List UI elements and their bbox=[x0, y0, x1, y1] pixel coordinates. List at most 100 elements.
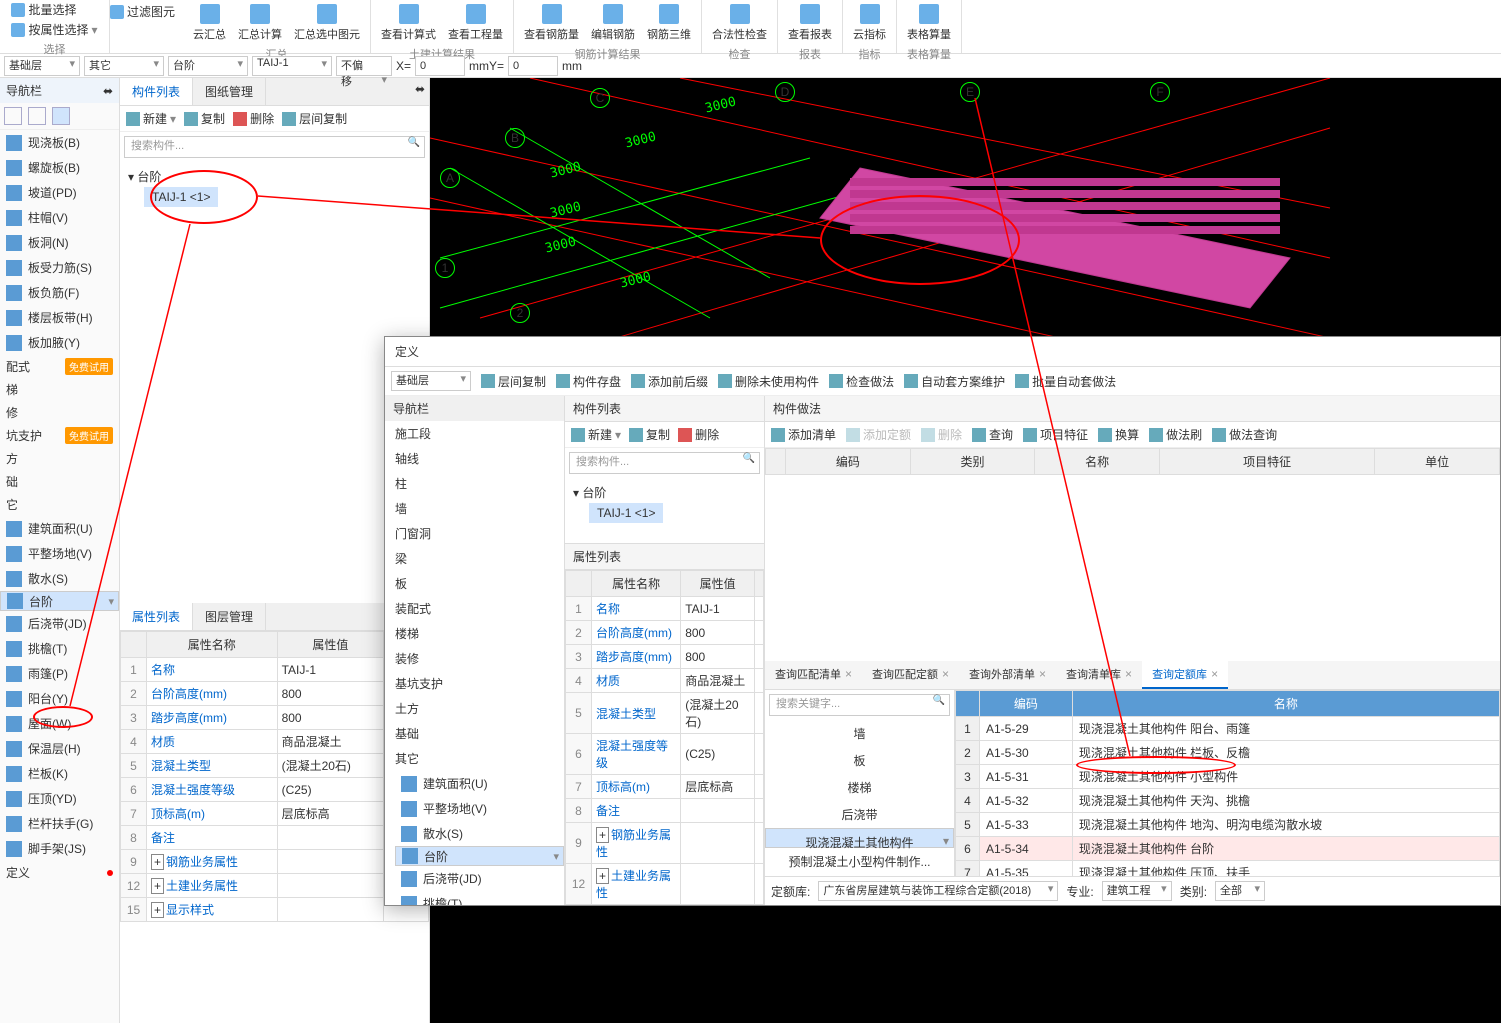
dlg-nav-轴线[interactable]: 轴线 bbox=[385, 446, 564, 471]
prop-row[interactable]: 12+土建业务属性 bbox=[566, 864, 764, 905]
nav-item-散水(S)[interactable]: 散水(S) bbox=[0, 566, 119, 591]
dlg-tool-层间复制[interactable]: 层间复制 bbox=[481, 373, 546, 390]
qtab-2[interactable]: 查询外部清单× bbox=[959, 661, 1056, 689]
dlg-nav-基坑支护[interactable]: 基坑支护 bbox=[385, 671, 564, 696]
dlg-tool-删除未使用构件[interactable]: 删除未使用构件 bbox=[718, 373, 819, 390]
nav-item-栏杆扶手(G)[interactable]: 栏杆扶手(G) bbox=[0, 811, 119, 836]
dlg-tool-添加前后缀[interactable]: 添加前后缀 bbox=[631, 373, 708, 390]
prop-row[interactable]: 3踏步高度(mm)800 bbox=[566, 645, 764, 669]
close-icon[interactable]: × bbox=[845, 667, 852, 681]
new-button[interactable]: 新建▾ bbox=[126, 110, 176, 127]
nav-item-板受力筋(S)[interactable]: 板受力筋(S) bbox=[0, 255, 119, 280]
ribbon-合法性检查[interactable]: 合法性检查 bbox=[710, 2, 769, 44]
nav-cat[interactable]: 它 bbox=[0, 493, 119, 516]
prop-row[interactable]: 2台阶高度(mm)800 bbox=[121, 682, 429, 706]
dlg-tree-root[interactable]: ▾ 台阶 bbox=[573, 482, 756, 503]
ribbon-编辑钢筋[interactable]: 编辑钢筋 bbox=[589, 2, 637, 44]
prop-row[interactable]: 2台阶高度(mm)800 bbox=[566, 621, 764, 645]
collapse-icon[interactable]: ⬌ bbox=[103, 84, 113, 98]
dlg-subnav-平整场地(V)[interactable]: 平整场地(V) bbox=[395, 796, 564, 821]
nav-item-阳台(Y)[interactable]: 阳台(Y) bbox=[0, 686, 119, 711]
nav-item-挑檐(T)[interactable]: 挑檐(T) bbox=[0, 636, 119, 661]
panel-collapse-icon[interactable]: ⬌ bbox=[411, 78, 429, 105]
prop-row[interactable]: 7顶标高(m)层底标高 bbox=[121, 802, 429, 826]
lib-select[interactable]: 广东省房屋建筑与装饰工程综合定额(2018) bbox=[818, 881, 1058, 901]
dlg-nav-装配式[interactable]: 装配式 bbox=[385, 596, 564, 621]
nav-item-板加腋(Y)[interactable]: 板加腋(Y) bbox=[0, 330, 119, 355]
type-select[interactable]: 全部 bbox=[1215, 881, 1265, 901]
dlg-floor-select[interactable]: 基础层 bbox=[391, 371, 471, 391]
dlg-subnav-台阶[interactable]: 台阶 bbox=[395, 846, 564, 866]
query-search[interactable]: 搜索关键字... bbox=[769, 694, 950, 716]
dlg-nav-柱[interactable]: 柱 bbox=[385, 471, 564, 496]
quota-row[interactable]: 4A1-5-32现浇混凝土其他构件 天沟、挑檐 bbox=[956, 789, 1500, 813]
qtab-1[interactable]: 查询匹配定额× bbox=[862, 661, 959, 689]
layercopy-button[interactable]: 层间复制 bbox=[282, 110, 347, 127]
close-icon[interactable]: × bbox=[942, 667, 949, 681]
dlg-tool-检查做法[interactable]: 检查做法 bbox=[829, 373, 894, 390]
dlg-nav-其它[interactable]: 其它 bbox=[385, 746, 564, 771]
dlg-nav-土方[interactable]: 土方 bbox=[385, 696, 564, 721]
ribbon-汇总选中图元[interactable]: 汇总选中图元 bbox=[292, 2, 362, 44]
nav-cat[interactable]: 配式免费试用 bbox=[0, 355, 119, 378]
nav-cat[interactable]: 础 bbox=[0, 470, 119, 493]
nav-item-保温层(H)[interactable]: 保温层(H) bbox=[0, 736, 119, 761]
prop-row[interactable]: 6混凝土强度等级(C25) bbox=[566, 734, 764, 775]
nav-item-坡道(PD)[interactable]: 坡道(PD) bbox=[0, 180, 119, 205]
nav-item-屋面(W)[interactable]: 屋面(W) bbox=[0, 711, 119, 736]
qcat-1[interactable]: 板 bbox=[765, 747, 954, 774]
qcat-3[interactable]: 后浇带 bbox=[765, 801, 954, 828]
tab-layermgr[interactable]: 图层管理 bbox=[193, 603, 266, 630]
meth-tool-换算[interactable]: 换算 bbox=[1098, 426, 1139, 443]
instance-select[interactable]: TAIJ-1 bbox=[252, 56, 332, 76]
ribbon-查看钢筋量[interactable]: 查看钢筋量 bbox=[522, 2, 581, 44]
ribbon-查看报表[interactable]: 查看报表 bbox=[786, 2, 834, 44]
qtab-4[interactable]: 查询定额库× bbox=[1142, 661, 1228, 689]
y-input[interactable] bbox=[508, 56, 558, 76]
category-select[interactable]: 其它 bbox=[84, 56, 164, 76]
dlg-tree-item[interactable]: TAIJ-1 <1> bbox=[589, 503, 663, 523]
dlg-nav-施工段[interactable]: 施工段 bbox=[385, 421, 564, 446]
nav-cat[interactable]: 方 bbox=[0, 447, 119, 470]
dlg-nav-基础[interactable]: 基础 bbox=[385, 721, 564, 746]
ribbon-查看计算式[interactable]: 查看计算式 bbox=[379, 2, 438, 44]
dlg-nav-墙[interactable]: 墙 bbox=[385, 496, 564, 521]
nav-item-雨篷(P)[interactable]: 雨篷(P) bbox=[0, 661, 119, 686]
nav-item-螺旋板(B)[interactable]: 螺旋板(B) bbox=[0, 155, 119, 180]
nav-item-现浇板(B)[interactable]: 现浇板(B) bbox=[0, 130, 119, 155]
nav-item-平整场地(V)[interactable]: 平整场地(V) bbox=[0, 541, 119, 566]
dlg-subnav-后浇带(JD)[interactable]: 后浇带(JD) bbox=[395, 866, 564, 891]
quota-row[interactable]: 2A1-5-30现浇混凝土其他构件 栏板、反檐 bbox=[956, 741, 1500, 765]
dlg-nav-楼梯[interactable]: 楼梯 bbox=[385, 621, 564, 646]
meth-tool-项目特征[interactable]: 项目特征 bbox=[1023, 426, 1088, 443]
tab-drawings[interactable]: 图纸管理 bbox=[193, 78, 266, 105]
x-input[interactable] bbox=[415, 56, 465, 76]
qcat-0[interactable]: 墙 bbox=[765, 720, 954, 747]
tab-proplist[interactable]: 属性列表 bbox=[120, 603, 193, 630]
dlg-tool-批量自动套做法[interactable]: 批量自动套做法 bbox=[1015, 373, 1116, 390]
filter-button[interactable]: 过滤图元 bbox=[110, 3, 175, 20]
qcat-4[interactable]: 现浇混凝土其他构件 bbox=[765, 828, 954, 848]
component-select[interactable]: 台阶 bbox=[168, 56, 248, 76]
dlg-nav-装修[interactable]: 装修 bbox=[385, 646, 564, 671]
nav-item-柱帽(V)[interactable]: 柱帽(V) bbox=[0, 205, 119, 230]
nav-item-板负筋(F)[interactable]: 板负筋(F) bbox=[0, 280, 119, 305]
meth-tool-添加清单[interactable]: 添加清单 bbox=[771, 426, 836, 443]
prop-row[interactable]: 4材质商品混凝土 bbox=[121, 730, 429, 754]
dlg-nav-板[interactable]: 板 bbox=[385, 571, 564, 596]
quota-row[interactable]: 3A1-5-31现浇混凝土其他构件 小型构件 bbox=[956, 765, 1500, 789]
tab-complist[interactable]: 构件列表 bbox=[120, 78, 193, 105]
prop-row[interactable]: 15+显示样式 bbox=[121, 898, 429, 922]
prop-row[interactable]: 8备注 bbox=[566, 799, 764, 823]
prop-row[interactable]: 5混凝土类型(混凝土20石) bbox=[566, 693, 764, 734]
meth-tool-做法刷[interactable]: 做法刷 bbox=[1149, 426, 1202, 443]
ribbon-查看工程量[interactable]: 查看工程量 bbox=[446, 2, 505, 44]
offset-select[interactable]: 不偏移 bbox=[336, 56, 392, 76]
qcat-5[interactable]: 预制混凝土小型构件制作... bbox=[765, 848, 954, 875]
copy-button[interactable]: 复制 bbox=[184, 110, 225, 127]
nav-tool-1[interactable] bbox=[4, 107, 22, 125]
ribbon-云指标[interactable]: 云指标 bbox=[851, 2, 888, 44]
meth-tool-添加定额[interactable]: 添加定额 bbox=[846, 426, 911, 443]
nav-item-板洞(N)[interactable]: 板洞(N) bbox=[0, 230, 119, 255]
dlg-subnav-散水(S)[interactable]: 散水(S) bbox=[395, 821, 564, 846]
